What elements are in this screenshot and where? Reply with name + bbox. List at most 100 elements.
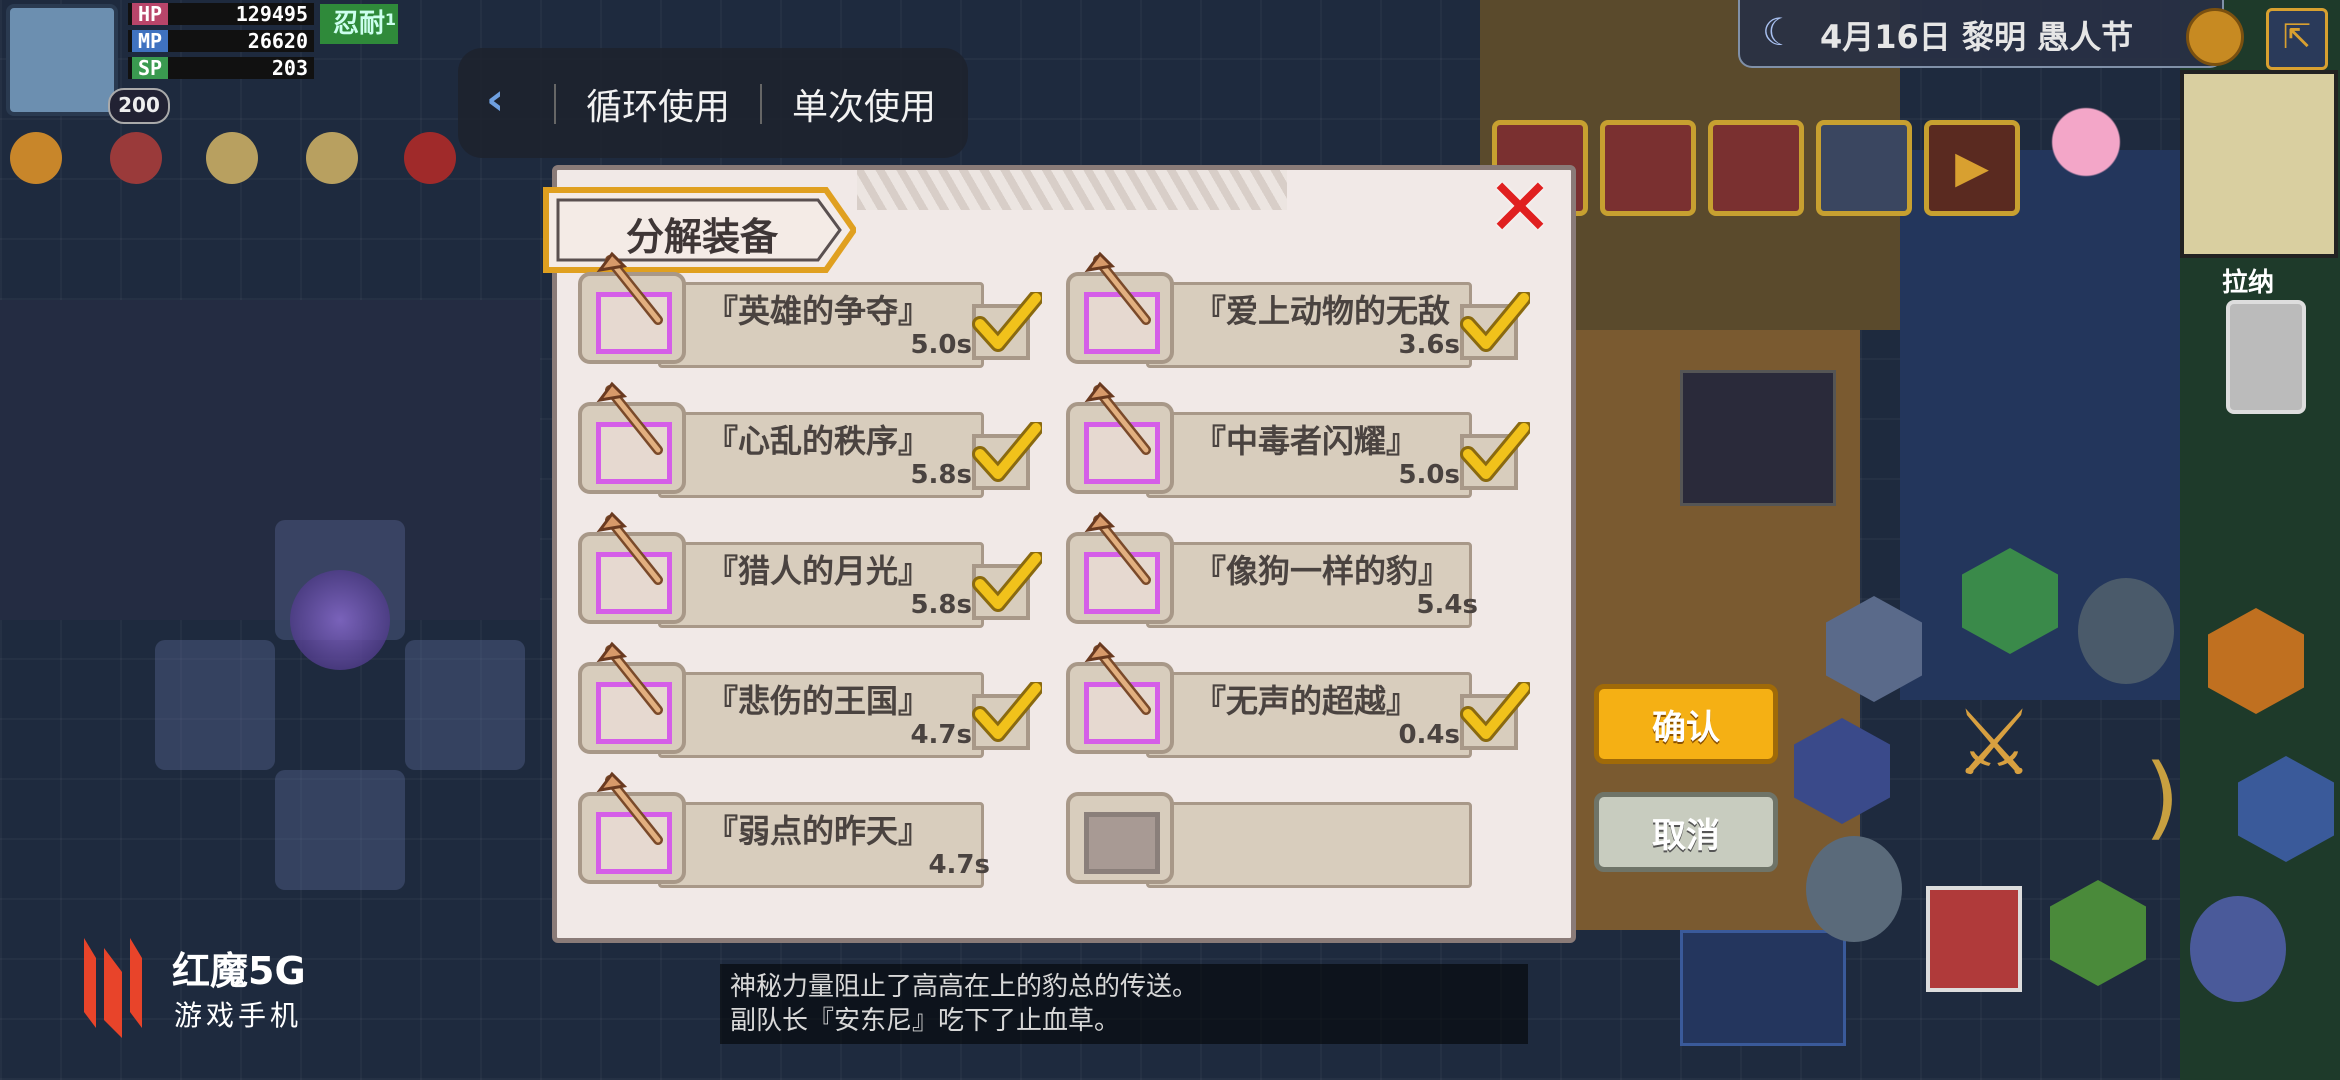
equipment-slot[interactable]: 『悲伤的王国』 4.7s — [578, 641, 1044, 758]
checkmark-icon[interactable] — [972, 420, 1044, 492]
item-name: 『英雄的争夺』 — [706, 292, 931, 330]
item-time: 5.8s — [910, 460, 972, 490]
staff-icon — [596, 381, 663, 455]
piano-icon — [1680, 370, 1836, 506]
checkmark-icon[interactable] — [972, 290, 1044, 362]
use-mode-menu: ‹ 循环使用 单次使用 — [458, 48, 968, 158]
equipment-slot[interactable]: 『猎人的月光』 5.8s — [578, 511, 1044, 628]
chevron-left-icon[interactable]: ‹ — [486, 74, 504, 125]
red-x-close-icon[interactable]: ✕ — [1484, 168, 1556, 248]
item-name: 『悲伤的王国』 — [706, 682, 931, 720]
hp-value: 129495 — [235, 2, 308, 26]
gear-skill-icon[interactable] — [2190, 896, 2286, 1002]
equipment-slot[interactable]: 『英雄的争夺』 5.0s — [578, 251, 1044, 368]
mp-label: MP — [132, 30, 169, 52]
swirl-skill-icon[interactable] — [1806, 836, 1902, 942]
equipment-slot[interactable]: 『心乱的秩序』 5.8s — [578, 381, 1044, 498]
sp-value: 203 — [271, 56, 308, 80]
item-name: 『中毒者闪耀』 — [1194, 422, 1419, 460]
mp-value: 26620 — [247, 29, 308, 53]
message-log: 神秘力量阻止了高高在上的豹总的传送。 副队长『安东尼』吃下了止血草。 — [720, 964, 1528, 1044]
checkmark-icon[interactable] — [1460, 420, 1532, 492]
staff-icon — [1084, 511, 1151, 585]
item-time: 3.6s — [1398, 330, 1460, 360]
empty-equipment-slot[interactable] — [1066, 780, 1530, 888]
status-badge-label: 忍耐 — [332, 9, 385, 39]
minimap[interactable] — [2180, 70, 2338, 258]
equipment-slot[interactable]: 『无声的超越』 0.4s — [1066, 641, 1532, 758]
compass-skill-icon[interactable] — [2078, 578, 2174, 684]
player-avatar[interactable] — [6, 4, 118, 116]
sword-icon[interactable]: ⚔ — [1946, 694, 2042, 800]
log-line: 副队长『安东尼』吃下了止血草。 — [730, 1006, 1121, 1036]
status-badge[interactable]: 忍耐 1 — [320, 4, 398, 44]
staff-icon — [596, 771, 663, 845]
hp-row: HP 129495 — [128, 3, 314, 25]
checkmark-icon[interactable] — [1460, 290, 1532, 362]
equipment-slot[interactable]: 『中毒者闪耀』 5.0s — [1066, 381, 1532, 498]
sp-label: SP — [132, 57, 169, 79]
dpad-left[interactable] — [155, 640, 275, 770]
globe-icon[interactable] — [2186, 8, 2244, 66]
bow-skill-icon[interactable]: ) — [2114, 748, 2210, 854]
item-time: 4.7s — [910, 720, 972, 750]
item-icon-box — [1066, 251, 1174, 364]
phone-icon[interactable] — [2226, 300, 2306, 414]
item-name: 『弱点的昨天』 — [706, 812, 931, 850]
item-icon-box — [1066, 792, 1174, 884]
buff-icon-3[interactable] — [206, 132, 258, 184]
equipment-slot[interactable]: 『像狗一样的豹』 5.4s — [1066, 511, 1530, 628]
watermark-brand: 红魔5G — [172, 949, 306, 993]
item-icon-box — [1066, 511, 1174, 624]
checkmark-icon[interactable] — [1460, 680, 1532, 752]
log-line: 神秘力量阻止了高高在上的豹总的传送。 — [730, 972, 1199, 1002]
item-time: 5.0s — [910, 330, 972, 360]
item-name: 『无声的超越』 — [1194, 682, 1419, 720]
dpad-right[interactable] — [405, 640, 525, 770]
status-badge-count: 1 — [384, 10, 396, 29]
buff-icon-4[interactable] — [306, 132, 358, 184]
date-text: 4月16日 黎明 愚人节 — [1820, 18, 2134, 56]
menu-divider — [554, 84, 556, 124]
staff-icon — [596, 641, 663, 715]
loop-use-button[interactable]: 循环使用 — [586, 78, 730, 130]
item-icon-box — [1066, 381, 1174, 494]
crescent-moon-icon: ☾ — [1762, 10, 1797, 54]
item-icon-box — [578, 511, 686, 624]
mp-row: MP 26620 — [128, 30, 314, 52]
panel-title-strip — [857, 170, 1287, 210]
bunny-npc-avatar[interactable] — [2036, 88, 2136, 208]
item-time: 5.8s — [910, 590, 972, 620]
single-use-button[interactable]: 单次使用 — [792, 78, 936, 130]
staff-icon — [596, 251, 663, 325]
redmagic-logo-icon — [74, 928, 152, 1042]
side-pull-label: 拉纳 — [2222, 268, 2275, 298]
confirm-button[interactable]: 确认 — [1594, 684, 1778, 764]
staff-icon — [1084, 251, 1151, 325]
gift-box-icon[interactable] — [1708, 120, 1804, 216]
exit-icon[interactable]: ⇱ — [2266, 8, 2328, 70]
slot-bar — [1146, 802, 1472, 888]
equipment-slot[interactable]: 『弱点的昨天』 4.7s — [578, 771, 1042, 888]
staff-icon — [1084, 381, 1151, 455]
item-name: 『爱上动物的无敌 — [1194, 292, 1451, 330]
checkmark-icon[interactable] — [972, 550, 1044, 622]
red-box-item-icon[interactable] — [1926, 886, 2022, 992]
chest-icon — [1680, 930, 1846, 1046]
equipment-slot[interactable]: 『爱上动物的无敌 3.6s — [1066, 251, 1532, 368]
dpad-down[interactable] — [275, 770, 405, 890]
cancel-button[interactable]: 取消 — [1594, 792, 1778, 872]
buff-icon-2[interactable] — [110, 132, 162, 184]
buff-icon-1[interactable] — [10, 132, 62, 184]
gift-letter-icon[interactable] — [1600, 120, 1696, 216]
staff-icon — [596, 511, 663, 585]
buff-icon-5[interactable] — [404, 132, 456, 184]
play-video-icon[interactable]: ▶ — [1924, 120, 2020, 216]
dpad-center-orb — [290, 570, 390, 670]
staff-icon — [1084, 641, 1151, 715]
eagle-icon[interactable] — [1816, 120, 1912, 216]
item-icon-box — [1066, 641, 1174, 754]
hp-label: HP — [132, 3, 169, 25]
checkmark-icon[interactable] — [972, 680, 1044, 752]
item-name: 『猎人的月光』 — [706, 552, 931, 590]
